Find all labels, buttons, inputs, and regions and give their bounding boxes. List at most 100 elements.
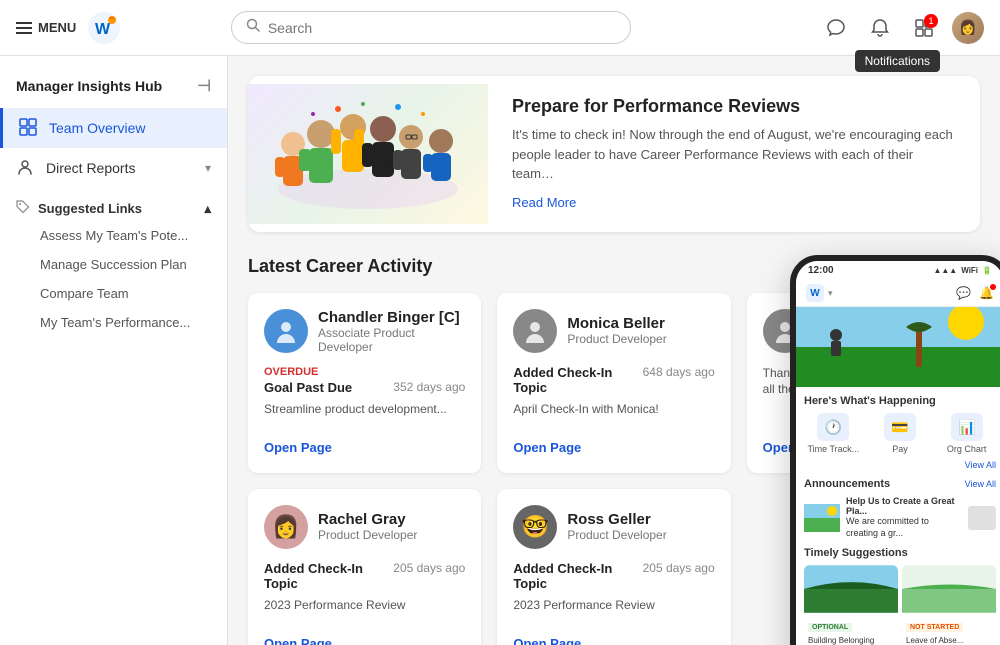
sidebar-link-performance[interactable]: My Team's Performance... <box>0 308 227 337</box>
activity-title-chandler: Goal Past Due <box>264 380 352 395</box>
sidebar-item-direct-reports[interactable]: Direct Reports ▾ <box>0 148 227 188</box>
team-overview-icon <box>19 118 39 138</box>
time-track-icon: 🕐 <box>817 413 849 441</box>
menu-button[interactable]: MENU <box>16 20 76 35</box>
card-name-chandler: Chandler Binger [C] <box>318 309 465 326</box>
card-role-chandler: Associate Product Developer <box>318 326 465 354</box>
sidebar-item-team-overview[interactable]: Team Overview <box>0 108 227 148</box>
card-footer-chandler: Open Page <box>264 439 465 457</box>
open-page-monica[interactable]: Open Page <box>513 440 581 455</box>
search-bar[interactable] <box>231 11 631 44</box>
activity-desc-monica: April Check-In with Monica! <box>513 401 714 418</box>
card-body-ross: Added Check-In Topic 205 days ago 2023 P… <box>513 561 714 623</box>
sidebar-link-assess[interactable]: Assess My Team's Pote... <box>0 221 227 250</box>
org-chart-label: Org Chart <box>947 444 987 454</box>
app-logo[interactable]: W <box>88 12 120 44</box>
phone-status-bar: 12:00 ▲▲▲ WiFi 🔋 <box>796 261 1000 280</box>
search-icon <box>246 18 260 37</box>
team-overview-label: Team Overview <box>49 120 145 136</box>
time-track-label: Time Track... <box>808 444 860 454</box>
timely-suggestions-section: Timely Suggestions OPTIO <box>804 547 996 645</box>
hamburger-icon <box>16 22 32 34</box>
open-page-ross[interactable]: Open Page <box>513 636 581 645</box>
timely-image-building <box>804 565 898 613</box>
card-body-chandler: OVERDUE Goal Past Due 352 days ago Strea… <box>264 366 465 427</box>
sidebar-title: Manager Insights Hub <box>16 78 162 94</box>
main-layout: Manager Insights Hub ⊣ Team Overview <box>0 56 1000 645</box>
whats-happening-section: Here's What's Happening 🕐 Time Track... … <box>804 395 996 470</box>
phone-logo-area: W ▾ <box>806 284 833 302</box>
search-input[interactable] <box>268 20 616 36</box>
timely-image-leave <box>902 565 996 613</box>
activity-days-chandler: 352 days ago <box>393 380 465 394</box>
hero-read-more-link[interactable]: Read More <box>512 195 576 210</box>
sidebar-collapse-button[interactable]: ⊣ <box>197 76 211 96</box>
announcements-view-all[interactable]: View All <box>965 479 996 489</box>
card-footer-rachel: Open Page <box>264 635 465 645</box>
phone-quick-time-track[interactable]: 🕐 Time Track... <box>804 413 863 454</box>
announcement-title: Help Us to Create a Great Pla... <box>846 496 962 516</box>
phone-view-all[interactable]: View All <box>804 460 996 470</box>
sidebar-link-compare[interactable]: Compare Team <box>0 279 227 308</box>
timely-label-building: OPTIONAL Building Belonging <box>804 613 898 645</box>
card-info-monica: Monica Beller Product Developer <box>567 315 666 346</box>
phone-quick-org-chart[interactable]: 📊 Org Chart <box>937 413 996 454</box>
announcement-desc: We are committed to creating a gr... <box>846 516 962 539</box>
card-header-ross: 🤓 Ross Geller Product Developer <box>513 505 714 549</box>
timely-badge-optional: OPTIONAL <box>808 623 852 632</box>
open-page-chandler[interactable]: Open Page <box>264 440 332 455</box>
card-body-rachel: Added Check-In Topic 205 days ago 2023 P… <box>264 561 465 623</box>
card-activity-rachel: Added Check-In Topic 205 days ago <box>264 561 465 591</box>
hero-description: It's time to check in! Now through the e… <box>512 125 956 184</box>
activity-title-monica: Added Check-In Topic <box>513 365 634 395</box>
apps-button[interactable]: 1 <box>908 12 940 44</box>
header-actions: 1 👩 <box>820 12 984 44</box>
phone-signal: ▲▲▲ WiFi 🔋 <box>933 265 992 276</box>
activity-title-rachel: Added Check-In Topic <box>264 561 385 591</box>
phone-bell-icon[interactable]: 🔔 <box>979 286 994 300</box>
card-header-chandler: Chandler Binger [C] Associate Product De… <box>264 309 465 354</box>
phone-app-header: W ▾ 💬 🔔 <box>796 280 1000 307</box>
pay-label: Pay <box>892 444 908 454</box>
timely-badge-not-started: NOT STARTED <box>906 623 963 632</box>
timely-title-building: Building Belonging <box>808 636 894 645</box>
avatar-rachel: 👩 <box>264 505 308 549</box>
avatar-monica <box>513 309 557 353</box>
avatar-ross: 🤓 <box>513 505 557 549</box>
direct-reports-icon <box>16 158 36 178</box>
phone-quick-links: 🕐 Time Track... 💳 Pay 📊 Org Chart <box>804 413 996 454</box>
chat-button[interactable] <box>820 12 852 44</box>
suggested-links-header[interactable]: Suggested Links ▴ <box>16 200 211 217</box>
activity-desc-rachel: 2023 Performance Review <box>264 597 465 614</box>
overdue-label-chandler: OVERDUE <box>264 366 465 378</box>
notifications-tooltip: Notifications <box>855 50 940 72</box>
activity-desc-ross: 2023 Performance Review <box>513 597 714 614</box>
timely-card-leave[interactable]: NOT STARTED Leave of Abse... <box>902 565 996 645</box>
timely-card-building[interactable]: OPTIONAL Building Belonging <box>804 565 898 645</box>
card-chandler: Chandler Binger [C] Associate Product De… <box>248 293 481 473</box>
card-name-monica: Monica Beller <box>567 315 666 332</box>
main-content: Prepare for Performance Reviews It's tim… <box>228 56 1000 645</box>
timely-grid: OPTIONAL Building Belonging <box>804 565 996 645</box>
card-header-monica: Monica Beller Product Developer <box>513 309 714 353</box>
activity-days-ross: 205 days ago <box>643 561 715 575</box>
app-header: MENU W <box>0 0 1000 56</box>
card-monica: Monica Beller Product Developer Added Ch… <box>497 293 730 473</box>
notifications-button[interactable] <box>864 12 896 44</box>
sidebar-link-succession[interactable]: Manage Succession Plan <box>0 250 227 279</box>
suggested-links-chevron: ▴ <box>204 201 211 217</box>
card-info-chandler: Chandler Binger [C] Associate Product De… <box>318 309 465 354</box>
card-info-rachel: Rachel Gray Product Developer <box>318 511 417 542</box>
activity-desc-chandler: Streamline product development... <box>264 401 465 418</box>
phone-quick-pay[interactable]: 💳 Pay <box>871 413 930 454</box>
card-rachel: 👩 Rachel Gray Product Developer Added Ch… <box>248 489 481 645</box>
user-avatar[interactable]: 👩 <box>952 12 984 44</box>
card-name-rachel: Rachel Gray <box>318 511 417 528</box>
phone-chat-icon[interactable]: 💬 <box>956 286 971 300</box>
card-info-ross: Ross Geller Product Developer <box>567 511 666 542</box>
open-page-rachel[interactable]: Open Page <box>264 636 332 645</box>
timely-suggestions-title: Timely Suggestions <box>804 547 996 559</box>
suggested-links-label: Suggested Links <box>38 201 142 216</box>
card-footer-ross: Open Page <box>513 635 714 645</box>
announcements-section: Announcements View All Help Us t <box>804 478 996 539</box>
